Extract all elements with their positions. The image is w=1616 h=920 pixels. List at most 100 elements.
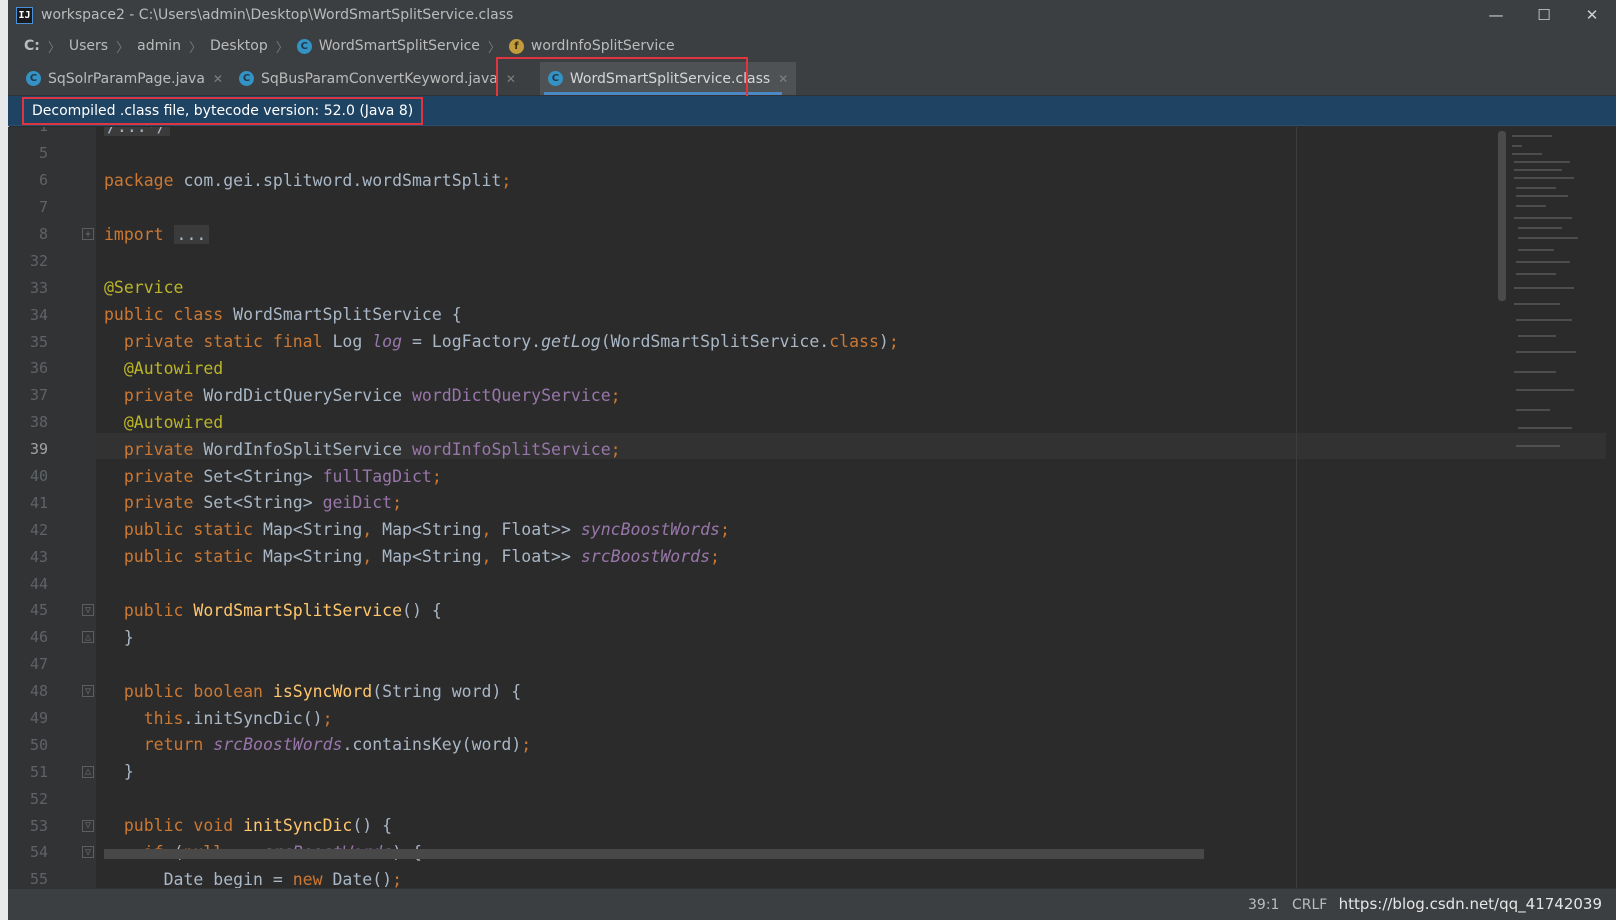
minimap-line — [1514, 169, 1562, 171]
minimap-line — [1514, 371, 1556, 373]
breadcrumb-separator: 〉 — [47, 40, 61, 56]
code-line: 52 — [8, 785, 1548, 812]
tab-sqbusparamconvertkeyword[interactable]: C SqBusParamConvertKeyword.java ✕ — [231, 62, 524, 95]
fold-end-icon[interactable]: △ — [82, 765, 94, 778]
code-line: 41 private Set<String> geiDict; — [8, 489, 1548, 516]
title-bar: IJ workspace2 - C:\Users\admin\Desktop\W… — [8, 0, 1616, 30]
code-line: 34 public class WordSmartSplitService { — [8, 301, 1548, 328]
horizontal-scrollbar[interactable] — [104, 849, 1204, 859]
code-text: public static Map<String, Map<String, Fl… — [123, 547, 720, 567]
code-lines: 1 /...*/ 5 6 package com.gei.splitword.w… — [8, 127, 1548, 889]
line-number: 39 — [29, 440, 48, 459]
code-line: 6 package com.gei.splitword.wordSmartSpl… — [8, 167, 1548, 194]
minimap-line — [1516, 187, 1556, 189]
window-title: workspace2 - C:\Users\admin\Desktop\Word… — [41, 7, 514, 23]
code-text: /...*/ — [104, 127, 170, 136]
minimap-line — [1512, 153, 1542, 155]
close-tab-icon[interactable]: ✕ — [778, 72, 788, 86]
code-text: import ... — [104, 224, 210, 244]
code-line: 35 private static final Log log = LogFac… — [8, 328, 1548, 355]
breadcrumb-separator: 〉 — [487, 40, 501, 56]
line-number: 36 — [29, 359, 48, 378]
line-number: 42 — [29, 520, 48, 539]
code-text: } — [104, 762, 134, 782]
fold-minus-icon[interactable]: ▽ — [82, 819, 94, 832]
code-line: 43 public static Map<String, Map<String,… — [8, 543, 1548, 570]
minimap-line — [1512, 135, 1552, 137]
minimap-line — [1516, 389, 1574, 391]
code-minimap[interactable] — [1508, 127, 1578, 889]
line-number: 55 — [29, 870, 48, 889]
breadcrumb-drive[interactable]: C: — [24, 38, 40, 54]
code-text: private static final Log log = LogFactor… — [123, 332, 899, 352]
code-text: return srcBoostWords.containsKey(word); — [143, 735, 532, 755]
breadcrumb-users[interactable]: Users — [69, 38, 108, 54]
breadcrumb-class-label: WordSmartSplitService — [318, 38, 480, 54]
status-bar: 39:1 CRLF https://blog.csdn.net/qq_41742… — [8, 888, 1616, 920]
code-line: 48 ▽ public boolean isSyncWord(String wo… — [8, 678, 1548, 705]
code-text: public class WordSmartSplitService { — [104, 305, 462, 325]
code-text: @Service — [104, 278, 184, 298]
close-tab-icon[interactable]: ✕ — [213, 72, 223, 86]
minimap-line — [1518, 237, 1578, 239]
fold-minus-icon[interactable]: ▽ — [82, 685, 94, 698]
minimap-line — [1516, 319, 1572, 321]
code-line: 51 △ } — [8, 758, 1548, 785]
line-number: 41 — [29, 493, 48, 512]
breadcrumb-field[interactable]: f wordInfoSplitService — [508, 38, 675, 54]
code-line: 46 △ } — [8, 624, 1548, 651]
line-number: 37 — [29, 386, 48, 405]
vertical-scrollbar-thumb[interactable] — [1498, 131, 1506, 301]
breadcrumb-separator: 〉 — [189, 40, 203, 56]
class-icon: C — [26, 71, 41, 86]
code-text: Date begin = new Date(); — [104, 869, 403, 889]
fold-plus-icon[interactable]: + — [82, 228, 94, 240]
close-tab-icon[interactable]: ✕ — [506, 72, 516, 86]
tab-label: SqBusParamConvertKeyword.java — [260, 70, 498, 87]
fold-minus-icon[interactable]: ▽ — [82, 604, 94, 617]
line-number: 1 — [8, 127, 48, 135]
code-line: 50 return srcBoostWords.containsKey(word… — [8, 731, 1548, 758]
code-line: 42 public static Map<String, Map<String,… — [8, 516, 1548, 543]
minimap-line — [1514, 287, 1574, 289]
line-number: 51 — [29, 762, 48, 781]
tab-sqsolrparampage[interactable]: C SqSolrParamPage.java ✕ — [18, 62, 231, 95]
breadcrumb-separator: 〉 — [275, 40, 289, 56]
minimap-line — [1514, 303, 1560, 305]
window-controls: — ☐ ✕ — [1472, 0, 1616, 30]
line-number: 6 — [38, 171, 48, 190]
line-ending[interactable]: CRLF — [1292, 897, 1327, 913]
line-number: 32 — [29, 251, 48, 270]
minimap-line — [1514, 177, 1574, 179]
code-text: } — [104, 627, 134, 647]
tab-label: WordSmartSplitService.class — [569, 70, 771, 87]
code-line: 38 @Autowired — [8, 409, 1548, 436]
code-line: 1 /...*/ — [8, 127, 1548, 140]
minimap-line — [1516, 351, 1576, 353]
code-editor[interactable]: 1 /...*/ 5 6 package com.gei.splitword.w… — [8, 127, 1608, 889]
line-number: 52 — [29, 789, 48, 808]
minimap-line — [1512, 145, 1522, 147]
code-line: 49 this.initSyncDic(); — [8, 705, 1548, 732]
breadcrumb-desktop[interactable]: Desktop — [210, 38, 268, 54]
breadcrumb-class[interactable]: C WordSmartSplitService — [296, 38, 480, 54]
fold-end-icon[interactable]: △ — [82, 631, 94, 644]
close-window-button[interactable]: ✕ — [1568, 0, 1616, 30]
line-number: 46 — [29, 628, 48, 647]
code-text: public boolean isSyncWord(String word) { — [123, 681, 522, 701]
caret-position[interactable]: 39:1 — [1248, 897, 1279, 913]
fold-minus-icon[interactable]: ▽ — [82, 846, 94, 859]
code-text: public void initSyncDic() { — [123, 816, 393, 836]
line-number: 34 — [29, 305, 48, 324]
code-text: private WordDictQueryService wordDictQue… — [123, 385, 621, 405]
minimize-button[interactable]: — — [1472, 0, 1520, 30]
code-line: 32 — [8, 247, 1548, 274]
line-number: 49 — [29, 709, 48, 728]
code-line: 53 ▽ public void initSyncDic() { — [8, 812, 1548, 839]
maximize-button[interactable]: ☐ — [1520, 0, 1568, 30]
code-line: 33 @Service — [8, 274, 1548, 301]
tab-wordsmartsplitservice[interactable]: C WordSmartSplitService.class ✕ — [539, 62, 797, 95]
code-line: 8 + import ... — [8, 221, 1548, 248]
breadcrumb-admin[interactable]: admin — [137, 38, 181, 54]
code-line-current: 39 private WordInfoSplitService wordInfo… — [8, 436, 1548, 463]
